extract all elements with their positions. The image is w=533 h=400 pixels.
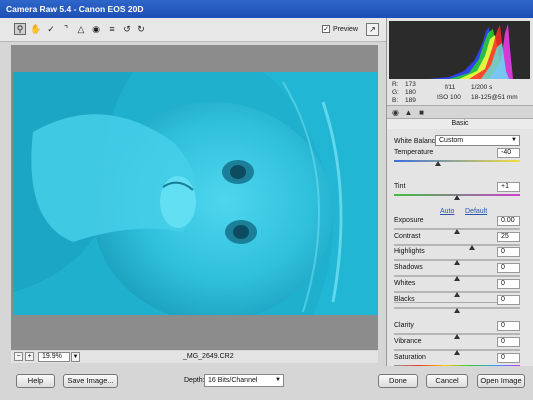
straighten-icon[interactable]: △ xyxy=(75,23,87,35)
panel-title: Basic xyxy=(387,119,533,129)
histogram xyxy=(389,21,530,79)
zoom-icon[interactable]: ⚲ xyxy=(14,23,26,35)
slider-value-input[interactable]: 0.00 xyxy=(497,216,520,226)
slider-value-input[interactable]: 0 xyxy=(497,263,520,273)
slider-label: Vibrance xyxy=(394,338,422,345)
preview-label: Preview xyxy=(333,25,358,33)
list-icon[interactable]: ≡ xyxy=(106,23,118,35)
shutter-speed: 1/200 s xyxy=(471,84,493,91)
slider-label: Exposure xyxy=(394,217,424,224)
slider-value-input[interactable]: 0 xyxy=(497,337,520,347)
slider-label: Shadows xyxy=(394,264,423,271)
slider-thumb[interactable] xyxy=(454,292,460,297)
slider-label: Blacks xyxy=(394,296,415,303)
r-label: R: xyxy=(392,81,399,88)
image-canvas[interactable] xyxy=(11,45,378,350)
slider-value-input[interactable]: 25 xyxy=(497,232,520,242)
depth-value: 16 Bits/Channel xyxy=(208,377,258,384)
chevron-down-icon: ▼ xyxy=(511,137,517,143)
slider-value-input[interactable]: 0 xyxy=(497,353,520,363)
preview-toggle[interactable]: ✓ Preview xyxy=(322,25,358,33)
panel-tabs: ◉ ▲ ■ xyxy=(387,105,533,119)
depth-select[interactable]: 16 Bits/Channel ▼ xyxy=(204,374,284,387)
depth-label: Depth: xyxy=(184,377,205,384)
aperture: f/11 xyxy=(445,84,456,91)
toolbar: ⚲ ✋ ✓ ⌝ △ ◉ ≡ ↺ ↻ ✓ Preview ↗ xyxy=(0,18,386,42)
slider-thumb[interactable] xyxy=(469,245,476,250)
slider-label: Contrast xyxy=(394,233,421,240)
fullscreen-icon[interactable]: ↗ xyxy=(366,23,379,36)
window-title: Camera Raw 5.4 - Canon EOS 20D xyxy=(0,0,533,18)
slider-thumb[interactable] xyxy=(454,195,460,200)
lens: 18-125@51 mm xyxy=(471,94,518,101)
slider-track[interactable] xyxy=(394,160,520,162)
rotate-right-icon[interactable]: ↻ xyxy=(135,23,147,35)
slider-value-input[interactable]: 0 xyxy=(497,295,520,305)
tone-curve-tab-icon[interactable]: ▲ xyxy=(404,108,413,117)
auto-link[interactable]: Auto xyxy=(440,208,454,215)
slider-thumb[interactable] xyxy=(454,260,460,265)
zoom-bar: − + 19.9% ▼ _MG_2649.CR2 xyxy=(11,351,378,363)
photo-image xyxy=(13,72,378,315)
white-balance-select[interactable]: Custom ▼ xyxy=(435,135,520,146)
zoom-level[interactable]: 19.9% xyxy=(38,352,70,362)
right-panel: R: 173 G: 180 B: 189 f/11 1/200 s ISO 10… xyxy=(386,18,533,371)
r-value: 173 xyxy=(405,81,416,88)
slider-thumb[interactable] xyxy=(435,161,442,166)
g-label: G: xyxy=(392,89,399,96)
slider-value-input[interactable]: 0 xyxy=(497,321,520,331)
open-image-button[interactable]: Open Image xyxy=(477,374,525,388)
slider-track[interactable] xyxy=(394,244,520,246)
zoom-dropdown-icon[interactable]: ▼ xyxy=(71,352,80,362)
chevron-down-icon: ▼ xyxy=(275,377,281,383)
b-label: B: xyxy=(392,97,399,104)
done-button[interactable]: Done xyxy=(378,374,418,388)
save-image-button[interactable]: Save Image... xyxy=(63,374,118,388)
hand-icon[interactable]: ✋ xyxy=(30,23,42,35)
slider-thumb[interactable] xyxy=(454,229,460,234)
bottom-bar: Help Save Image... Depth: 16 Bits/Channe… xyxy=(0,366,533,400)
spot-removal-icon[interactable]: ◉ xyxy=(90,23,102,35)
slider-label: Saturation xyxy=(394,354,426,361)
photo-preview[interactable] xyxy=(13,72,378,315)
slider-value-input[interactable]: -40 xyxy=(497,148,520,158)
histogram-graph xyxy=(429,24,513,79)
white-balance-value: Custom xyxy=(439,137,464,144)
zoom-in-button[interactable]: + xyxy=(25,352,34,361)
default-link[interactable]: Default xyxy=(465,208,487,215)
slider-thumb[interactable] xyxy=(454,350,460,355)
slider-value-input[interactable]: 0 xyxy=(497,279,520,289)
slider-thumb[interactable] xyxy=(454,334,460,339)
white-balance-icon[interactable]: ✓ xyxy=(45,23,57,35)
detail-tab-icon[interactable]: ■ xyxy=(417,108,426,117)
slider-label: Tint xyxy=(394,183,406,190)
iso: ISO 100 xyxy=(437,94,461,101)
help-button[interactable]: Help xyxy=(16,374,55,388)
crop-icon[interactable]: ⌝ xyxy=(60,23,72,35)
slider-label: Temperature xyxy=(394,149,434,156)
preview-checkbox[interactable]: ✓ xyxy=(322,25,330,33)
slider-value-input[interactable]: +1 xyxy=(497,182,520,192)
slider-label: Highlights xyxy=(394,248,425,255)
slider-thumb[interactable] xyxy=(454,308,460,313)
g-value: 180 xyxy=(405,89,416,96)
slider-label: Whites xyxy=(394,280,416,287)
slider-value-input[interactable]: 0 xyxy=(497,247,520,257)
slider-label: Clarity xyxy=(394,322,414,329)
basic-tab-icon[interactable]: ◉ xyxy=(391,108,400,117)
b-value: 189 xyxy=(405,97,416,104)
zoom-out-button[interactable]: − xyxy=(14,352,23,361)
slider-thumb[interactable] xyxy=(454,276,460,281)
file-name: _MG_2649.CR2 xyxy=(183,353,234,360)
cancel-button[interactable]: Cancel xyxy=(426,374,468,388)
rotate-left-icon[interactable]: ↺ xyxy=(121,23,133,35)
